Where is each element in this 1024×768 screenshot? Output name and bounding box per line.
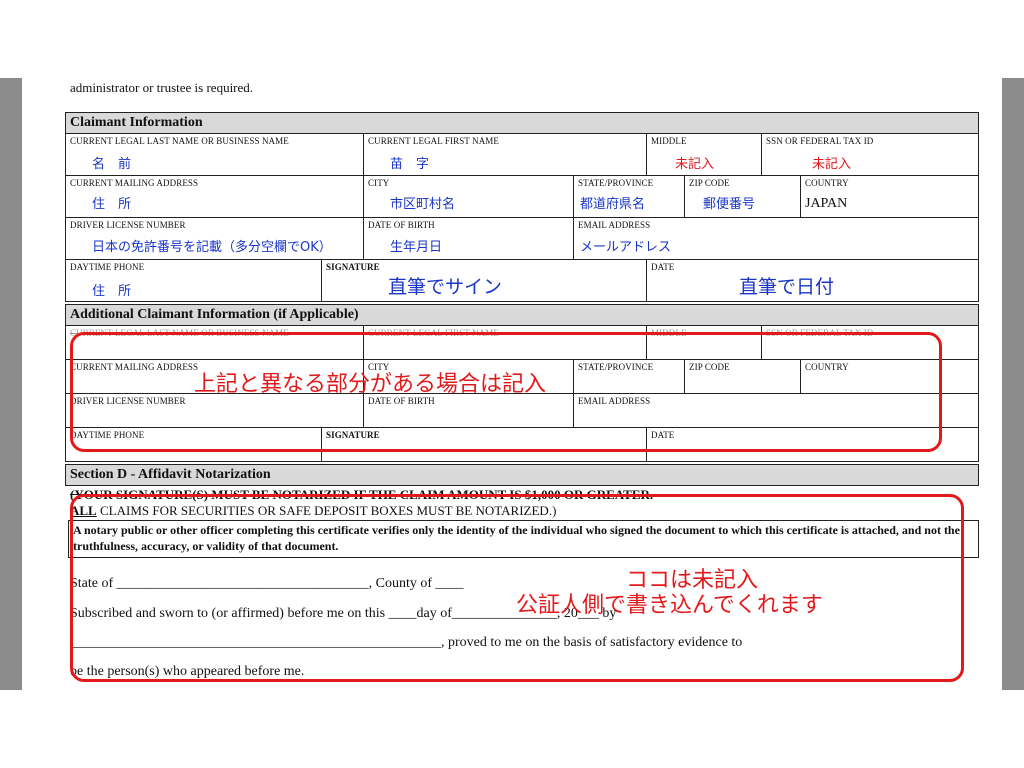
- claimant-row-license: DRIVER LICENSE NUMBER 日本の免許番号を記載（多分空欄でOK…: [65, 218, 979, 260]
- dob-cell[interactable]: DATE OF BIRTH 生年月日: [363, 218, 573, 260]
- date-label: DATE: [651, 262, 675, 272]
- dob-label: DATE OF BIRTH: [368, 220, 435, 230]
- country-cell[interactable]: COUNTRY JAPAN: [800, 176, 979, 218]
- notary-annotation-line2: 公証人側で書き込んでくれます: [516, 593, 823, 618]
- first-name-label: CURRENT LEGAL FIRST NAME: [368, 136, 499, 146]
- email-value: メールアドレス: [580, 240, 672, 255]
- ssn-value: 未記入: [812, 157, 852, 172]
- ssn-label: SSN OR FEDERAL TAX ID: [766, 136, 874, 146]
- state-label: STATE/PROVINCE: [578, 178, 654, 188]
- left-gutter: [0, 78, 22, 690]
- mailing-address-label: CURRENT MAILING ADDRESS: [70, 178, 199, 188]
- dob-value: 生年月日: [390, 240, 443, 255]
- section-d-title: Section D - Affidavit Notarization: [65, 464, 979, 486]
- zip-value: 郵便番号: [703, 197, 756, 212]
- claimant-row-name: CURRENT LEGAL LAST NAME OR BUSINESS NAME…: [65, 134, 979, 176]
- license-value: 日本の免許番号を記載（多分空欄でOK）: [92, 240, 332, 255]
- intro-text: administrator or trustee is required.: [70, 80, 254, 95]
- phone-value: 住 所: [92, 284, 132, 299]
- email-cell[interactable]: EMAIL ADDRESS メールアドレス: [573, 218, 979, 260]
- phone-cell[interactable]: DAYTIME PHONE 住 所: [65, 260, 321, 302]
- additional-section-title: Additional Claimant Information (if Appl…: [65, 304, 979, 326]
- state-cell[interactable]: STATE/PROVINCE 都道府県名: [573, 176, 684, 218]
- zip-cell[interactable]: ZIP CODE 郵便番号: [684, 176, 800, 218]
- middle-cell[interactable]: MIDDLE 未記入: [646, 134, 761, 176]
- middle-label: MIDDLE: [651, 136, 687, 146]
- zip-label: ZIP CODE: [689, 178, 730, 188]
- signature-value: 直筆でサイン: [388, 276, 503, 298]
- signature-cell[interactable]: SIGNATURE 直筆でサイン: [321, 260, 646, 302]
- phone-label: DAYTIME PHONE: [70, 262, 145, 272]
- document-page: administrator or trustee is required. Cl…: [22, 78, 1002, 690]
- ssn-cell[interactable]: SSN OR FEDERAL TAX ID 未記入: [761, 134, 979, 176]
- date-cell[interactable]: DATE 直筆で日付: [646, 260, 979, 302]
- middle-value: 未記入: [675, 157, 715, 172]
- mailing-address-value: 住 所: [92, 197, 132, 212]
- date-value: 直筆で日付: [739, 276, 835, 298]
- additional-annotation-text: 上記と異なる部分がある場合は記入: [194, 372, 547, 397]
- first-name-cell[interactable]: CURRENT LEGAL FIRST NAME 苗 字: [363, 134, 646, 176]
- license-label: DRIVER LICENSE NUMBER: [70, 220, 186, 230]
- claimant-row-address: CURRENT MAILING ADDRESS 住 所 CITY 市区町村名 S…: [65, 176, 979, 218]
- last-name-cell[interactable]: CURRENT LEGAL LAST NAME OR BUSINESS NAME…: [65, 134, 363, 176]
- claimant-row-phone: DAYTIME PHONE 住 所 SIGNATURE 直筆でサイン DATE …: [65, 260, 979, 302]
- state-value: 都道府県名: [580, 197, 646, 212]
- right-gutter: [1002, 78, 1024, 690]
- mailing-address-cell[interactable]: CURRENT MAILING ADDRESS 住 所: [65, 176, 363, 218]
- country-value: JAPAN: [805, 196, 848, 211]
- city-cell[interactable]: CITY 市区町村名: [363, 176, 573, 218]
- last-name-value: 名 前: [92, 157, 132, 172]
- claimant-section-title: Claimant Information: [65, 112, 979, 134]
- license-cell[interactable]: DRIVER LICENSE NUMBER 日本の免許番号を記載（多分空欄でOK…: [65, 218, 363, 260]
- city-value: 市区町村名: [390, 197, 456, 212]
- first-name-value: 苗 字: [390, 157, 430, 172]
- country-label: COUNTRY: [805, 178, 849, 188]
- email-label: EMAIL ADDRESS: [578, 220, 651, 230]
- last-name-label: CURRENT LEGAL LAST NAME OR BUSINESS NAME: [70, 136, 289, 146]
- city-label: CITY: [368, 178, 390, 188]
- signature-label: SIGNATURE: [326, 262, 380, 272]
